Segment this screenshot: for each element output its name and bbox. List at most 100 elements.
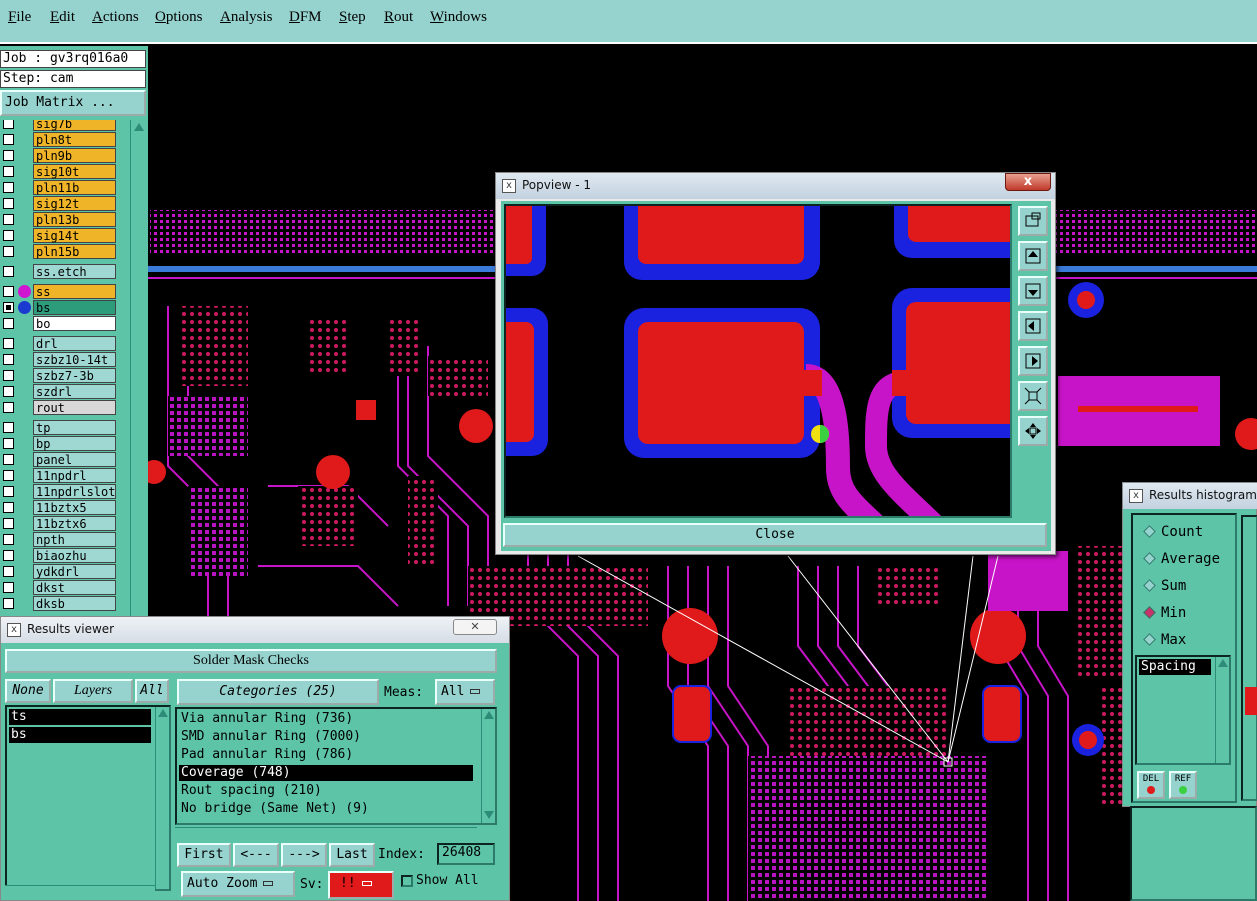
layer-checkbox[interactable] [3, 386, 14, 397]
layer-checkbox[interactable] [3, 454, 14, 465]
layer-name[interactable]: 11npdrlslot [33, 484, 116, 499]
layer-checkbox[interactable] [3, 598, 14, 609]
layer-name[interactable]: szbz10-14t [33, 352, 116, 367]
scroll-up-icon[interactable] [158, 709, 168, 717]
layer-row[interactable]: bs [0, 300, 128, 315]
layer-row[interactable]: 11bztx5 [0, 500, 128, 515]
layer-name[interactable]: panel [33, 452, 116, 467]
category-item[interactable]: No bridge (Same Net) (9) [179, 801, 475, 817]
layer-checkbox[interactable] [3, 486, 14, 497]
layer-checkbox[interactable] [3, 402, 14, 413]
layer-list-scrollbar[interactable] [155, 707, 169, 889]
menu-actions[interactable]: Actions [92, 9, 139, 26]
layer-row[interactable]: szdrl [0, 384, 128, 399]
category-item[interactable]: Rout spacing (210) [179, 783, 475, 799]
layer-name[interactable]: pln13b [33, 212, 116, 227]
layer-checkbox[interactable] [3, 502, 14, 513]
layer-name[interactable]: 11bztx6 [33, 516, 116, 531]
list-item[interactable]: Spacing [1139, 659, 1211, 675]
results-viewer-titlebar[interactable]: x Results viewer ✕ [1, 617, 509, 643]
menu-dfm[interactable]: DFM [289, 9, 322, 26]
layer-name[interactable]: szbz7-3b [33, 368, 116, 383]
layer-checkbox[interactable] [3, 354, 14, 365]
layer-checkbox[interactable] [3, 470, 14, 481]
layer-name[interactable]: ss [33, 284, 116, 299]
layer-checkbox[interactable] [3, 370, 14, 381]
layer-row[interactable]: panel [0, 452, 128, 467]
category-item[interactable]: SMD annular Ring (7000) [179, 729, 475, 745]
menu-analysis[interactable]: Analysis [220, 9, 273, 26]
layer-row[interactable]: pln11b [0, 180, 128, 195]
layer-row[interactable]: pln8t [0, 132, 128, 147]
pan-up-button[interactable] [1018, 241, 1048, 271]
layer-name[interactable]: sig10t [33, 164, 116, 179]
layer-row[interactable]: 11bztx6 [0, 516, 128, 531]
layer-checkbox[interactable] [3, 422, 14, 433]
layer-checkbox[interactable] [3, 266, 14, 277]
layer-checkbox[interactable] [3, 214, 14, 225]
layer-name[interactable]: pln9b [33, 148, 116, 163]
layer-name[interactable]: bp [33, 436, 116, 451]
layer-name[interactable]: dkst [33, 580, 116, 595]
layer-checkbox[interactable] [3, 230, 14, 241]
layer-checkbox[interactable] [3, 150, 14, 161]
layer-name[interactable]: ydkdrl [33, 564, 116, 579]
menu-edit[interactable]: Edit [50, 9, 75, 26]
layer-name[interactable]: tp [33, 420, 116, 435]
layer-name[interactable]: pln11b [33, 180, 116, 195]
previous-button[interactable]: <--- [233, 843, 279, 867]
layer-checkbox[interactable] [3, 338, 14, 349]
histogram-measure-list[interactable]: Spacing [1135, 655, 1231, 765]
layer-checkbox[interactable] [3, 566, 14, 577]
job-matrix-button[interactable]: Job Matrix ... [0, 90, 146, 116]
last-button[interactable]: Last [329, 843, 375, 867]
layer-checkbox[interactable] [3, 182, 14, 193]
list-item[interactable]: ts [9, 709, 151, 725]
layer-row[interactable]: szbz7-3b [0, 368, 128, 383]
list-item[interactable]: bs [9, 727, 151, 743]
layer-row[interactable]: tp [0, 420, 128, 435]
layer-row[interactable]: pln15b [0, 244, 128, 259]
layer-checkbox[interactable] [3, 302, 14, 313]
layer-name[interactable]: 11npdrl [33, 468, 116, 483]
layer-checkbox[interactable] [3, 318, 14, 329]
menu-windows[interactable]: Windows [430, 9, 487, 26]
layer-checkbox[interactable] [3, 518, 14, 529]
popview-close-icon[interactable]: x [1005, 173, 1051, 191]
layer-name[interactable]: rout [33, 400, 116, 415]
menu-file[interactable]: File [8, 9, 31, 26]
layer-name[interactable]: npth [33, 532, 116, 547]
layer-name[interactable]: ss.etch [33, 264, 116, 279]
layer-name[interactable]: szdrl [33, 384, 116, 399]
menu-options[interactable]: Options [155, 9, 203, 26]
layer-row[interactable]: sig14t [0, 228, 128, 243]
zoom-home-button[interactable] [1018, 206, 1048, 236]
first-button[interactable]: First [177, 843, 231, 867]
category-item[interactable]: Via annular Ring (736) [179, 711, 475, 727]
popview-canvas[interactable] [504, 204, 1012, 518]
layer-row[interactable]: szbz10-14t [0, 352, 128, 367]
layer-row[interactable]: 11npdrlslot [0, 484, 128, 499]
layer-checkbox[interactable] [3, 134, 14, 145]
layer-checkbox[interactable] [3, 438, 14, 449]
auto-zoom-dropdown[interactable]: Auto Zoom [181, 871, 295, 897]
next-button[interactable]: ---> [281, 843, 327, 867]
meas-dropdown[interactable]: All [435, 679, 495, 705]
layer-row[interactable]: rout [0, 400, 128, 415]
layers-none-button[interactable]: None [5, 679, 51, 703]
layer-name[interactable]: dksb [33, 596, 116, 611]
layer-row[interactable]: dksb [0, 596, 128, 611]
layer-row[interactable]: pln9b [0, 148, 128, 163]
layer-row[interactable]: npth [0, 532, 128, 547]
layer-row[interactable]: ss [0, 284, 128, 299]
pan-right-button[interactable] [1018, 346, 1048, 376]
layer-checkbox[interactable] [3, 286, 14, 297]
del-button[interactable]: DEL [1137, 771, 1165, 799]
layer-checkbox[interactable] [3, 246, 14, 257]
categories-scrollbar[interactable] [481, 709, 495, 823]
popview-close-button[interactable]: Close [503, 523, 1047, 547]
layer-row[interactable]: dkst [0, 580, 128, 595]
layer-name[interactable]: sig7b [33, 120, 116, 131]
index-field[interactable]: 26408 [437, 843, 495, 865]
layer-name[interactable]: 11bztx5 [33, 500, 116, 515]
